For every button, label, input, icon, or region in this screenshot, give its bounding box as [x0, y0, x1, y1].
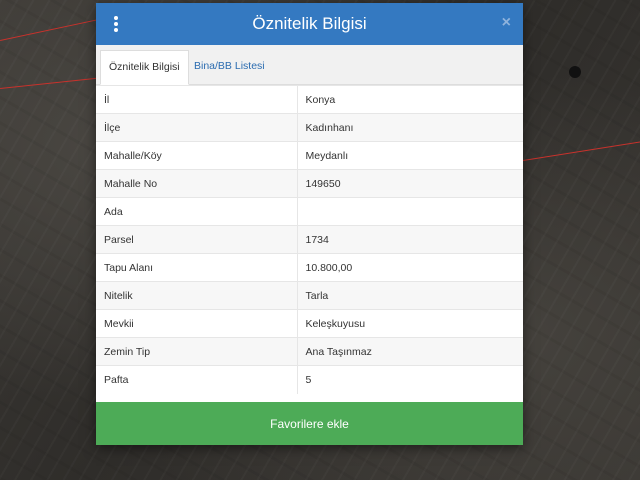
attribute-key: Ada — [96, 197, 298, 226]
attribute-info-modal: Öznitelik Bilgisi × Öznitelik Bilgisi Bi… — [96, 3, 523, 445]
attribute-value: Kadınhanı — [297, 113, 523, 142]
attribute-value: Keleşkuyusu — [297, 309, 523, 338]
attribute-key: Zemin Tip — [96, 337, 298, 366]
add-to-favorites-button[interactable]: Favorilere ekle — [96, 402, 523, 445]
table-row: Nitelik Tarla — [96, 281, 523, 310]
tab-bar: Öznitelik Bilgisi Bina/BB Listesi — [96, 45, 523, 85]
parcel-boundary-line — [523, 141, 640, 161]
table-row: Ada — [96, 197, 523, 226]
close-icon[interactable]: × — [502, 13, 511, 33]
table-row: Mahalle/Köy Meydanlı — [96, 141, 523, 170]
parcel-boundary-line — [0, 19, 99, 41]
table-row: Parsel 1734 — [96, 225, 523, 254]
modal-title: Öznitelik Bilgisi — [252, 14, 367, 33]
attribute-value: 10.800,00 — [297, 253, 523, 282]
table-row: İlçe Kadınhanı — [96, 113, 523, 142]
attribute-value: 149650 — [297, 169, 523, 198]
tab-building-list[interactable]: Bina/BB Listesi — [186, 50, 273, 84]
attribute-key: Pafta — [96, 365, 298, 394]
attribute-key: Mahalle No — [96, 169, 298, 198]
modal-header: Öznitelik Bilgisi × — [96, 3, 523, 45]
table-row: Mevkii Keleşkuyusu — [96, 309, 523, 338]
table-row: İl Konya — [96, 85, 523, 114]
table-row: Mahalle No 149650 — [96, 169, 523, 198]
attribute-value: 1734 — [297, 225, 523, 254]
map-marker-dot — [569, 66, 581, 78]
tab-attribute-info[interactable]: Öznitelik Bilgisi — [100, 50, 189, 85]
table-row: Zemin Tip Ana Taşınmaz — [96, 337, 523, 366]
attribute-key: Mahalle/Köy — [96, 141, 298, 170]
attribute-value: Meydanlı — [297, 141, 523, 170]
attribute-table: İl Konya İlçe Kadınhanı Mahalle/Köy Meyd… — [96, 85, 523, 394]
attribute-key: Tapu Alanı — [96, 253, 298, 282]
attribute-value: 5 — [297, 365, 523, 394]
parcel-boundary-line — [0, 77, 100, 89]
attribute-key: İl — [96, 85, 298, 114]
attribute-key: Nitelik — [96, 281, 298, 310]
attribute-value: Tarla — [297, 281, 523, 310]
attribute-value: Ana Taşınmaz — [297, 337, 523, 366]
attribute-value — [297, 197, 523, 226]
attribute-key: Mevkii — [96, 309, 298, 338]
table-row: Pafta 5 — [96, 365, 523, 394]
attribute-key: Parsel — [96, 225, 298, 254]
table-row: Tapu Alanı 10.800,00 — [96, 253, 523, 282]
attribute-value: Konya — [297, 85, 523, 114]
attribute-key: İlçe — [96, 113, 298, 142]
